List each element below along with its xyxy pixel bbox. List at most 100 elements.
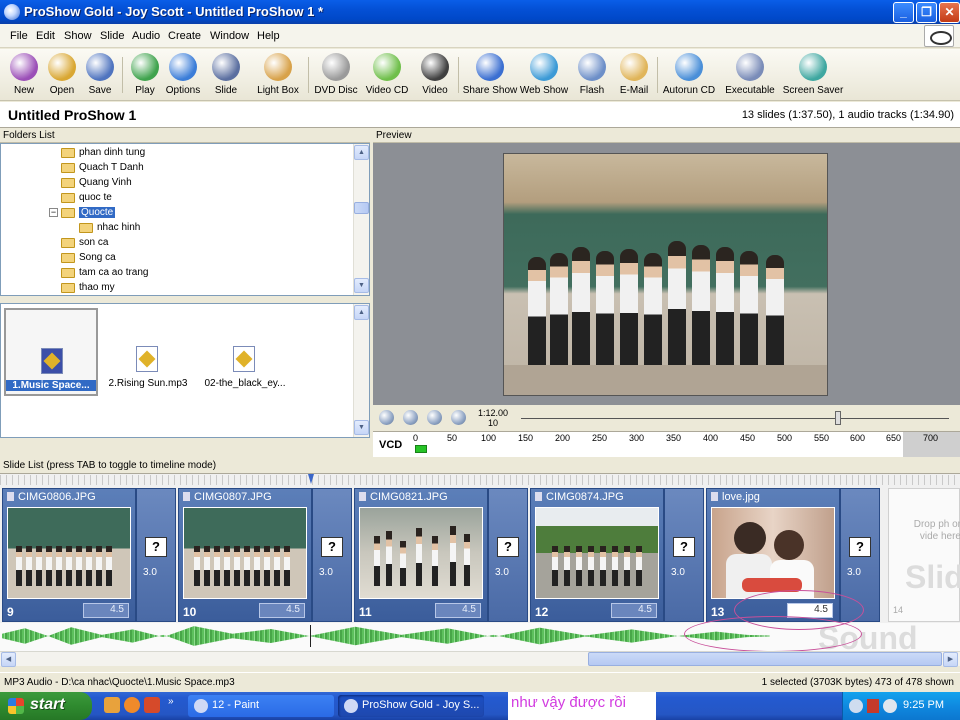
open-button[interactable]: Open bbox=[44, 51, 80, 99]
email-button[interactable]: E-Mail bbox=[615, 51, 653, 99]
more-chevron-icon[interactable]: » bbox=[168, 696, 174, 707]
screen-saver-button[interactable]: Screen Saver bbox=[782, 51, 844, 99]
files-scrollbar[interactable]: ▲ ▼ bbox=[353, 304, 369, 437]
new-button[interactable]: New bbox=[6, 51, 42, 99]
drop-zone[interactable]: Drop ph or vide here Slid 14 bbox=[888, 488, 960, 622]
autorun-cd-button[interactable]: Autorun CD bbox=[661, 51, 717, 99]
slide-card[interactable]: CIMG0874.JPG 12 4.5 bbox=[530, 488, 664, 622]
scroll-thumb[interactable] bbox=[588, 652, 942, 666]
transition-question-icon[interactable]: ? bbox=[849, 537, 871, 557]
slide-duration[interactable]: 4.5 bbox=[611, 603, 657, 618]
start-button[interactable]: start bbox=[0, 692, 92, 720]
file-list[interactable]: 1.Music Space... 2.Rising Sun.mp3 02-the… bbox=[0, 303, 370, 438]
transition-question-icon[interactable]: ? bbox=[673, 537, 695, 557]
menu-help[interactable]: Help bbox=[257, 30, 280, 42]
scroll-down-arrow-icon[interactable]: ▼ bbox=[354, 420, 369, 435]
menu-create[interactable]: Create bbox=[168, 30, 201, 42]
taskbar-button-paint[interactable]: 12 - Paint bbox=[188, 695, 334, 717]
transition-question-icon[interactable]: ? bbox=[321, 537, 343, 557]
transition-card[interactable]: ? 3.0 bbox=[664, 488, 704, 622]
scrub-track[interactable] bbox=[521, 418, 949, 419]
play-icon[interactable] bbox=[379, 410, 394, 425]
file-item[interactable]: 2.Rising Sun.mp3 bbox=[101, 308, 195, 396]
timeline-scrollbar[interactable]: ◀ ▶ bbox=[0, 651, 960, 667]
transition-duration[interactable]: 3.0 bbox=[319, 567, 333, 578]
system-tray: 9:25 PM bbox=[842, 692, 960, 720]
file-item[interactable]: 02-the_black_ey... bbox=[198, 308, 292, 396]
transition-duration[interactable]: 3.0 bbox=[143, 567, 157, 578]
flash-button[interactable]: Flash bbox=[573, 51, 611, 99]
menu-file[interactable]: File bbox=[10, 30, 28, 42]
folders-tree[interactable]: phan dinh tung Quach T Danh Quang Vinh q… bbox=[0, 143, 370, 296]
slide-filename: CIMG0807.JPG bbox=[183, 491, 272, 503]
share-show-button[interactable]: Share Show bbox=[462, 51, 518, 99]
light-box-button[interactable]: Light Box bbox=[255, 51, 301, 99]
annotation-ellipse bbox=[684, 616, 862, 652]
slide-filename: CIMG0874.JPG bbox=[535, 491, 624, 503]
menu-window[interactable]: Window bbox=[210, 30, 249, 42]
antivirus-icon[interactable] bbox=[867, 699, 879, 713]
scroll-thumb[interactable] bbox=[354, 202, 369, 214]
folders-scrollbar[interactable]: ▲ ▼ bbox=[353, 144, 369, 295]
video-cd-button[interactable]: Video CD bbox=[364, 51, 410, 99]
collapse-toggle-icon[interactable]: − bbox=[49, 208, 58, 217]
transition-card[interactable]: ? 3.0 bbox=[312, 488, 352, 622]
slide-card[interactable]: CIMG0821.JPG 11 4.5 bbox=[354, 488, 488, 622]
transition-duration[interactable]: 3.0 bbox=[847, 567, 861, 578]
back-arrow-icon[interactable] bbox=[849, 699, 863, 713]
minimize-button[interactable]: _ bbox=[893, 2, 914, 23]
maximize-button[interactable]: ❐ bbox=[916, 2, 937, 23]
transition-question-icon[interactable]: ? bbox=[145, 537, 167, 557]
quick-launch-icon[interactable] bbox=[104, 697, 120, 713]
quick-launch-icon[interactable] bbox=[144, 697, 160, 713]
folder-icon bbox=[61, 163, 75, 173]
options-button[interactable]: Options bbox=[164, 51, 202, 99]
menu-show[interactable]: Show bbox=[64, 30, 92, 42]
transition-duration[interactable]: 3.0 bbox=[671, 567, 685, 578]
app-icon[interactable] bbox=[4, 4, 20, 20]
scroll-down-arrow-icon[interactable]: ▼ bbox=[354, 278, 369, 293]
transition-duration[interactable]: 3.0 bbox=[495, 567, 509, 578]
scrub-knob[interactable] bbox=[834, 411, 841, 425]
audio-file-icon bbox=[41, 348, 63, 374]
slide-card[interactable]: CIMG0807.JPG 10 4.5 bbox=[178, 488, 312, 622]
options-globe-icon bbox=[169, 53, 197, 81]
toolbar-separator bbox=[657, 57, 658, 93]
transition-question-icon[interactable]: ? bbox=[497, 537, 519, 557]
menu-slide[interactable]: Slide bbox=[100, 30, 124, 42]
ruler-tick: 0 bbox=[413, 433, 419, 443]
folder-label: Quach T Danh bbox=[79, 162, 144, 173]
play-button[interactable]: Play bbox=[127, 51, 163, 99]
slide-duration[interactable]: 4.5 bbox=[83, 603, 129, 618]
slide-duration[interactable]: 4.5 bbox=[435, 603, 481, 618]
scroll-up-arrow-icon[interactable]: ▲ bbox=[354, 305, 369, 320]
web-show-button[interactable]: Web Show bbox=[518, 51, 570, 99]
previous-icon[interactable] bbox=[427, 410, 442, 425]
next-icon[interactable] bbox=[451, 410, 466, 425]
slide-duration[interactable]: 4.5 bbox=[259, 603, 305, 618]
dvd-disc-button[interactable]: DVD Disc bbox=[313, 51, 359, 99]
close-button[interactable]: ✕ bbox=[939, 2, 960, 23]
output-format: VCD bbox=[379, 439, 403, 451]
volume-icon[interactable] bbox=[883, 699, 897, 713]
scroll-left-arrow-icon[interactable]: ◀ bbox=[1, 652, 16, 667]
transition-card[interactable]: ? 3.0 bbox=[136, 488, 176, 622]
slide-button[interactable]: Slide bbox=[207, 51, 245, 99]
scroll-right-arrow-icon[interactable]: ▶ bbox=[943, 652, 958, 667]
slide-card[interactable]: CIMG0806.JPG 9 4.5 bbox=[2, 488, 136, 622]
video-icon bbox=[421, 53, 449, 81]
firefox-icon[interactable] bbox=[124, 697, 140, 713]
transition-card[interactable]: ? 3.0 bbox=[488, 488, 528, 622]
menu-audio[interactable]: Audio bbox=[132, 30, 160, 42]
show-title: Untitled ProShow 1 bbox=[8, 107, 137, 123]
audio-file-icon bbox=[136, 346, 158, 372]
stop-icon[interactable] bbox=[403, 410, 418, 425]
file-item-selected[interactable]: 1.Music Space... bbox=[4, 308, 98, 396]
menu-edit[interactable]: Edit bbox=[36, 30, 55, 42]
video-button[interactable]: Video bbox=[416, 51, 454, 99]
taskbar-button-proshow[interactable]: ProShow Gold - Joy S... bbox=[338, 695, 484, 717]
toolbar-separator bbox=[308, 57, 309, 93]
save-button[interactable]: Save bbox=[82, 51, 118, 99]
scroll-up-arrow-icon[interactable]: ▲ bbox=[354, 145, 369, 160]
executable-button[interactable]: Executable bbox=[722, 51, 778, 99]
